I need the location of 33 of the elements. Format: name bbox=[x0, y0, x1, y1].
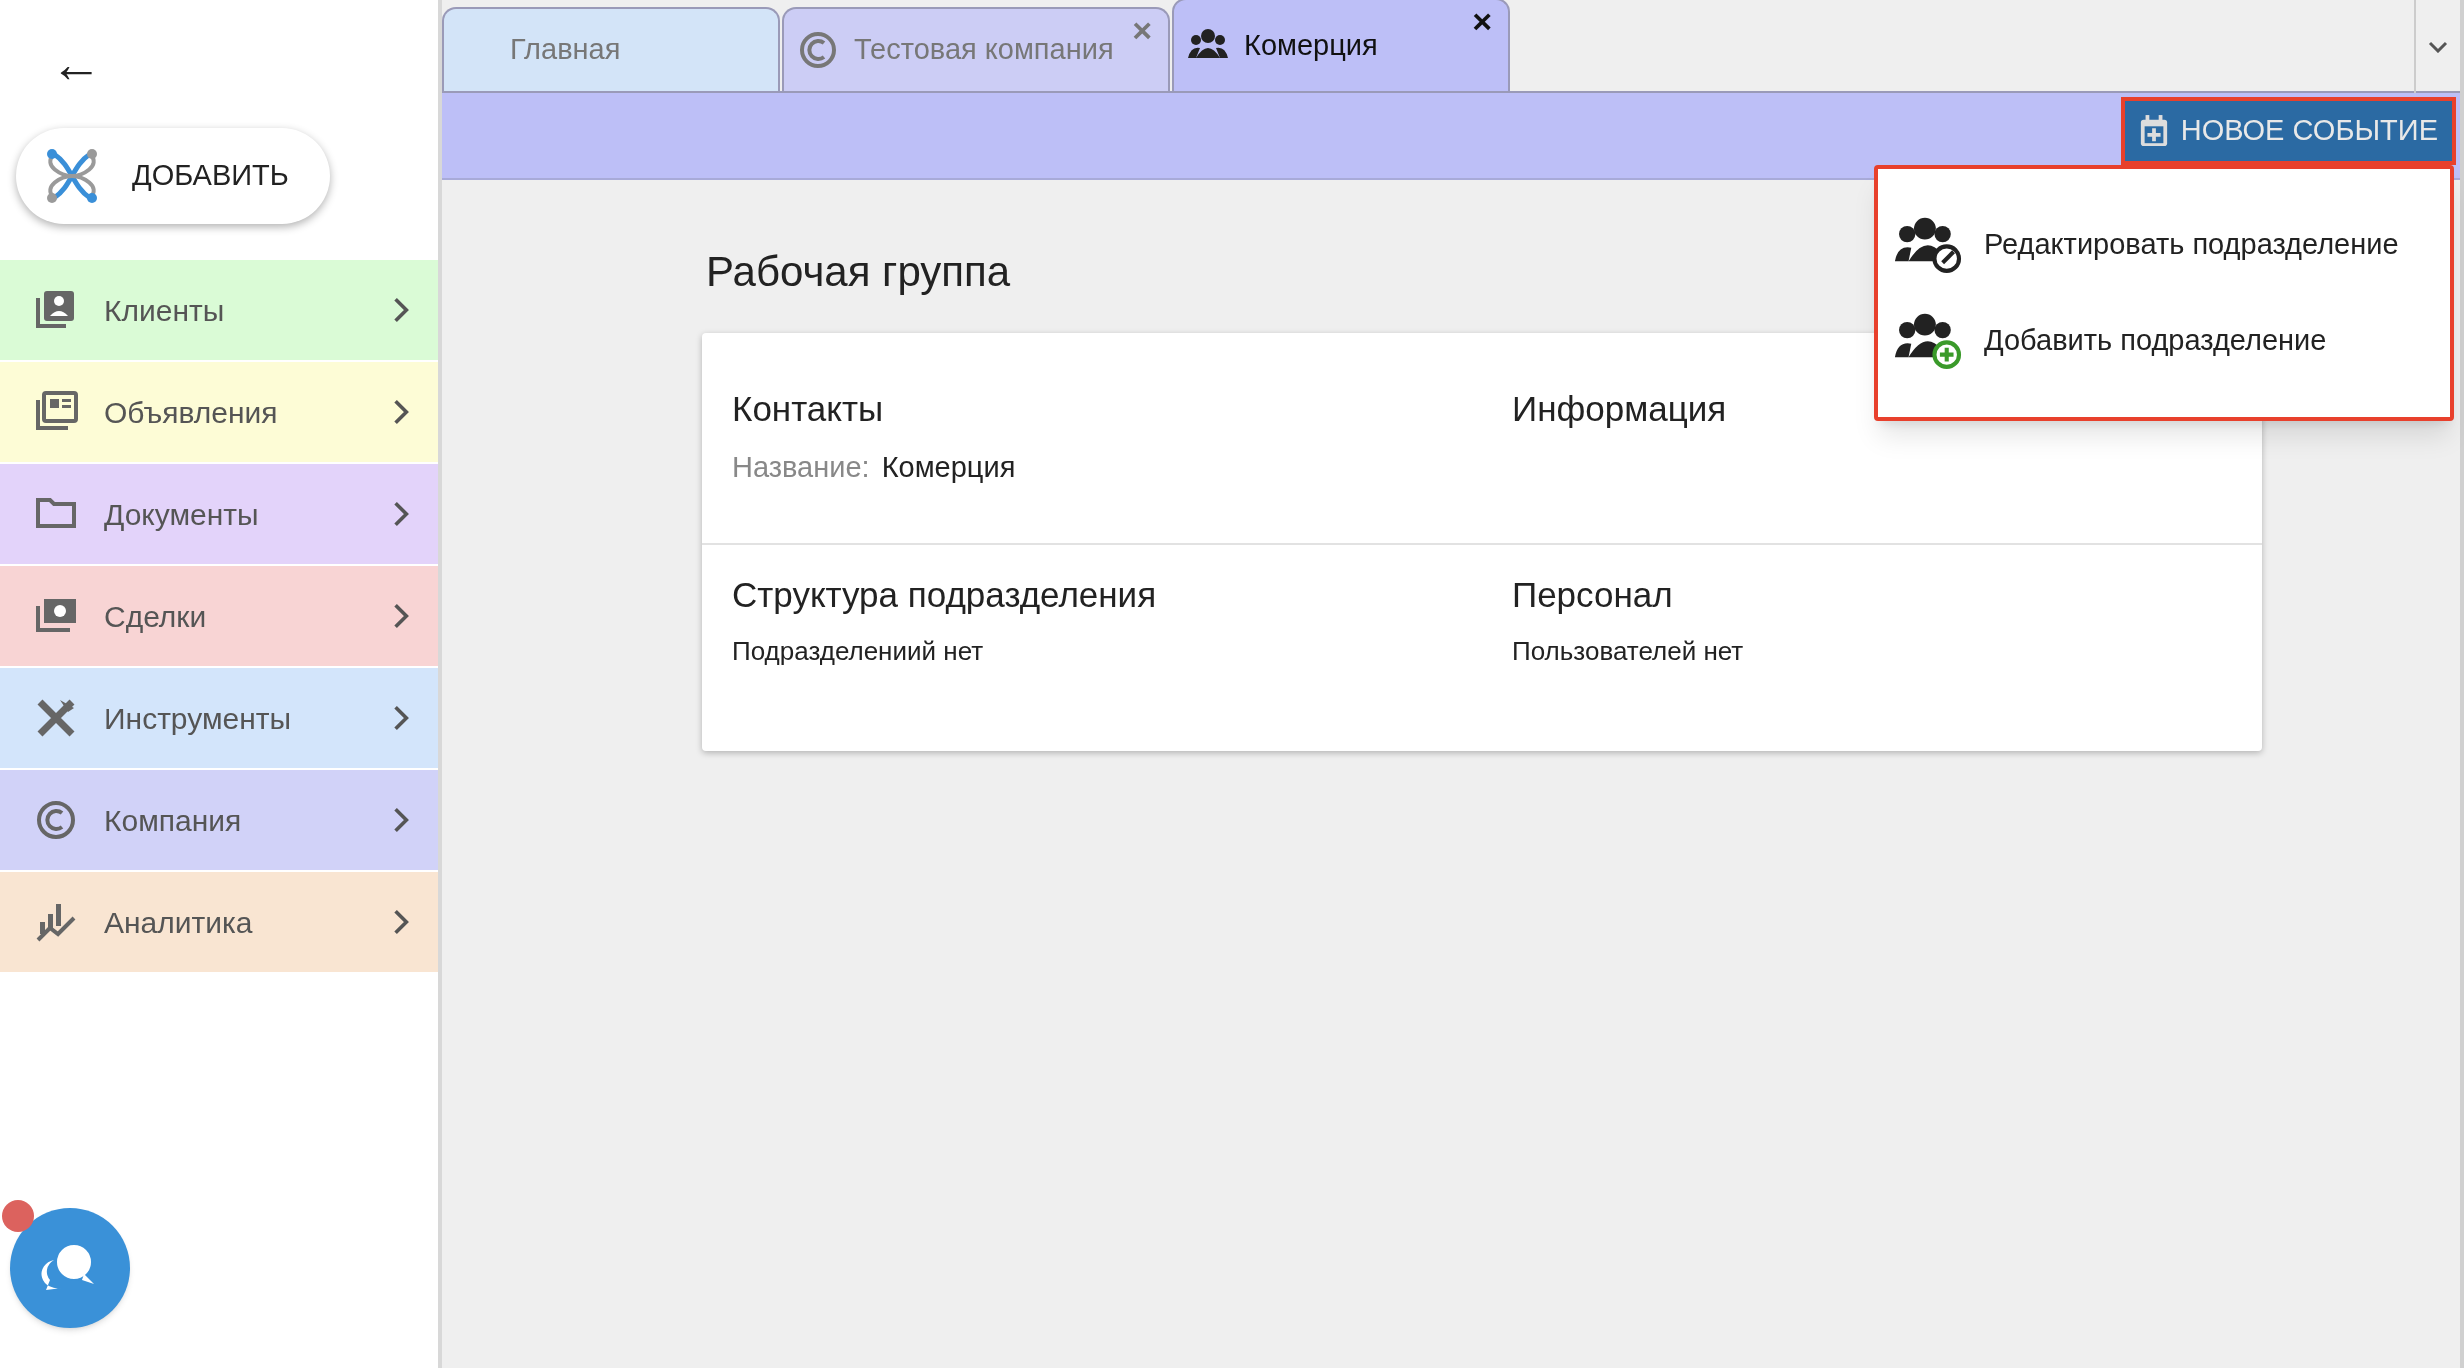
section-heading: Контакты bbox=[732, 388, 885, 430]
back-button[interactable]: ← bbox=[50, 38, 102, 90]
chevron-right-icon bbox=[392, 296, 410, 324]
chevron-right-icon bbox=[392, 602, 410, 630]
chevron-right-icon bbox=[392, 500, 410, 528]
copyright-icon bbox=[34, 798, 78, 842]
sidebar-item[interactable]: Клиенты bbox=[0, 260, 438, 360]
empty-text: Пользователей нет bbox=[1512, 634, 1745, 668]
sidebar-item[interactable]: Документы bbox=[0, 464, 438, 564]
add-button[interactable]: ДОБАВИТЬ bbox=[16, 128, 330, 224]
field-label: Название: bbox=[732, 449, 870, 485]
tab[interactable]: Главная bbox=[442, 7, 780, 91]
field-value: Комерция bbox=[881, 449, 1016, 485]
close-button[interactable]: × bbox=[1472, 4, 1492, 38]
chevron-right-icon bbox=[392, 704, 410, 732]
section-heading: Персонал bbox=[1512, 574, 1674, 616]
sidebar-item[interactable]: Инструменты bbox=[0, 668, 438, 768]
empty-text: Подразделениий нет bbox=[732, 634, 985, 668]
sidebar-item[interactable]: Сделки bbox=[0, 566, 438, 666]
chevron-right-icon bbox=[392, 908, 410, 936]
chevron-down-icon bbox=[2428, 40, 2448, 53]
calendar-plus-icon bbox=[2138, 114, 2169, 148]
menu-item[interactable]: Добавить подразделение bbox=[1878, 293, 2450, 389]
chevron-right-icon bbox=[392, 806, 410, 834]
tab[interactable]: Комерция × bbox=[1172, 0, 1510, 91]
page-title: Рабочая группа bbox=[705, 247, 1011, 297]
chevron-right-icon bbox=[392, 398, 410, 426]
section-heading: Структура подразделения bbox=[732, 574, 1158, 616]
section-heading: Информация bbox=[1512, 388, 1728, 430]
sidebar-item[interactable]: Объявления bbox=[0, 362, 438, 462]
sidebar-item[interactable]: Компания bbox=[0, 770, 438, 870]
menu-item[interactable]: Редактировать подразделение bbox=[1878, 197, 2450, 293]
sidebar-item[interactable]: Аналитика bbox=[0, 872, 438, 972]
